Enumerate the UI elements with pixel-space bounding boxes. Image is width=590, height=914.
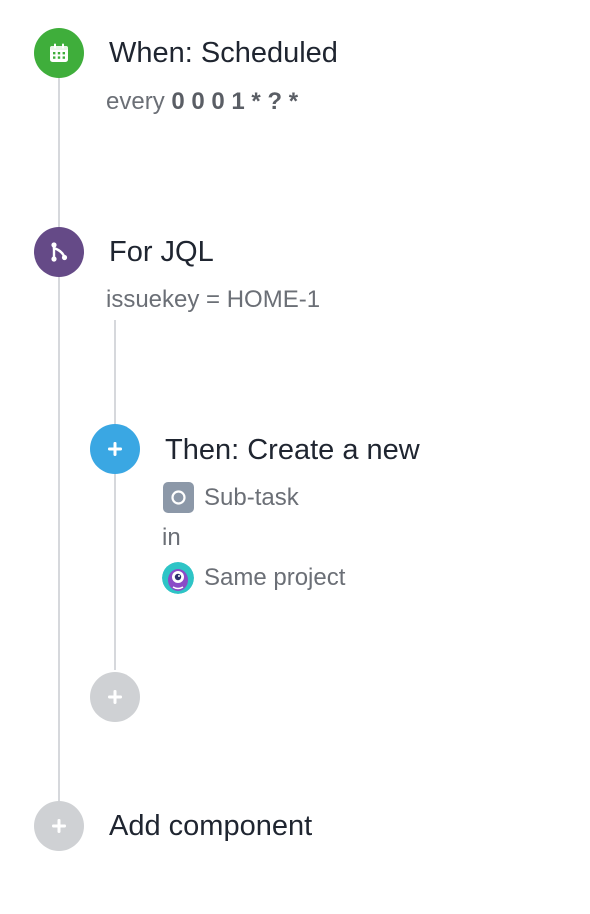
branch-title[interactable]: For JQL	[109, 235, 214, 269]
action-issue-type: Sub-task	[163, 482, 299, 513]
issue-type-label: Sub-task	[204, 483, 299, 511]
add-component-label[interactable]: Add component	[109, 809, 312, 843]
branch-connector-line	[114, 320, 116, 670]
subtask-icon	[163, 482, 194, 513]
calendar-icon	[50, 43, 68, 62]
project-avatar-icon	[162, 562, 194, 594]
trigger-schedule: every 0 0 0 1 * ? *	[106, 87, 298, 117]
action-node[interactable]	[90, 424, 140, 474]
trigger-title[interactable]: When: Scheduled	[109, 36, 338, 70]
branch-jql-query: issuekey = HOME-1	[106, 286, 321, 313]
action-title[interactable]: Then: Create a new	[165, 433, 420, 467]
branch-add-component-button[interactable]	[90, 672, 140, 722]
plus-icon	[52, 819, 66, 833]
plus-icon	[108, 442, 122, 456]
schedule-cron-value: 0 0 0 1 * ? *	[171, 88, 299, 115]
plus-icon	[108, 690, 122, 704]
action-in-label: in	[162, 524, 181, 551]
schedule-prefix: every	[106, 88, 172, 115]
project-label: Same project	[204, 564, 346, 591]
branch-icon	[51, 242, 68, 262]
branch-node[interactable]	[34, 227, 84, 277]
action-project: Same project	[162, 562, 345, 594]
main-connector-line	[58, 75, 60, 810]
add-component-button[interactable]	[34, 801, 84, 851]
trigger-node[interactable]	[34, 28, 84, 78]
